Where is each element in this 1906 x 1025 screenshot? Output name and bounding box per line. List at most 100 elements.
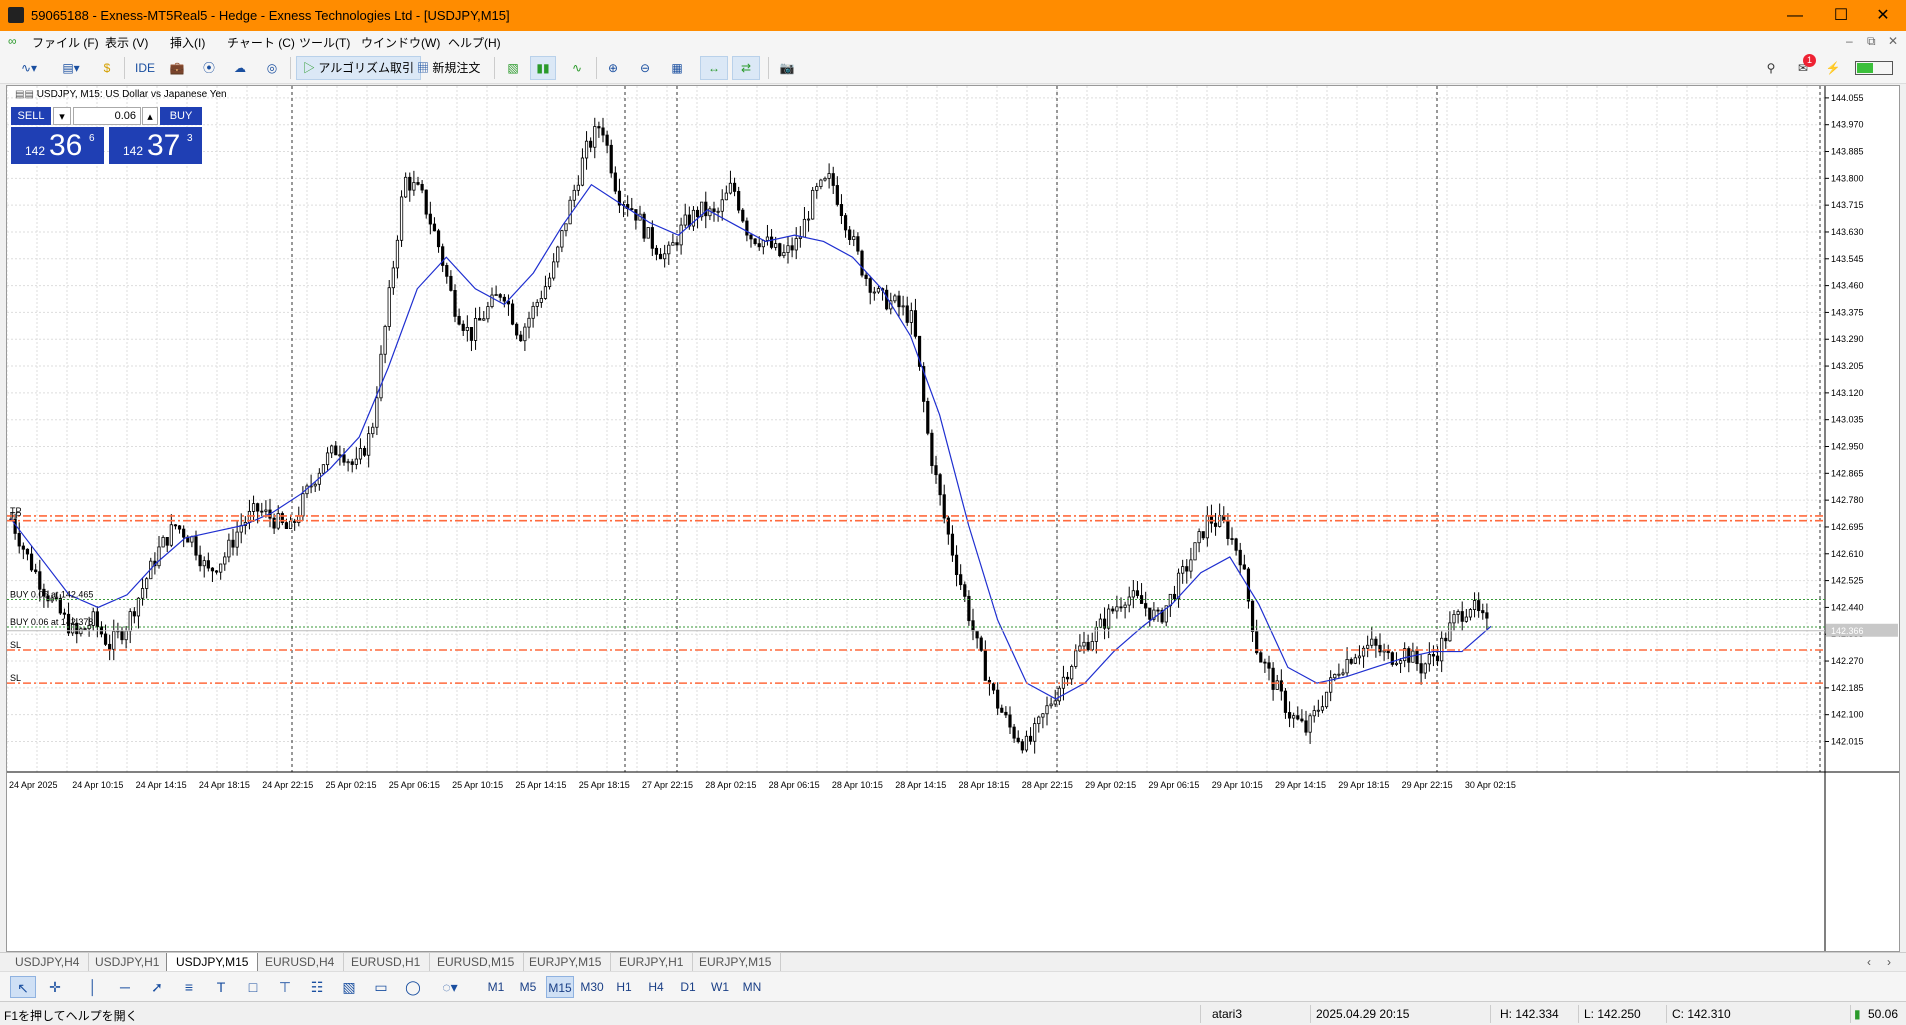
tab-eurusd-m15[interactable]: EURUSD,M15 [428, 953, 525, 972]
menu-chart[interactable]: チャート (C) [227, 34, 295, 51]
new-order-button[interactable]: ▦ 新規注文 [410, 56, 487, 80]
vertical-line-icon[interactable]: │ [80, 976, 106, 998]
tf-m5[interactable]: M5 [514, 976, 542, 998]
trendline-icon[interactable]: ➚ [144, 976, 170, 998]
tab-eurusd-h1[interactable]: EURUSD,H1 [342, 953, 431, 972]
time-tick-label: 24 Apr 10:15 [72, 780, 123, 790]
cloud-icon[interactable]: ☁ [228, 56, 252, 80]
menu-help[interactable]: ヘルプ(H) [448, 34, 501, 51]
tab-usdjpy-h1[interactable]: USDJPY,H1 [86, 953, 170, 972]
zoom-out-icon[interactable]: ⊖ [632, 56, 658, 80]
horizontal-line-icon[interactable]: ─ [112, 976, 138, 998]
close-icon[interactable]: ✕ [1860, 0, 1906, 31]
ask-price-box[interactable]: 142 37 3 [109, 127, 202, 164]
candle-body [539, 298, 543, 303]
mdi-close-icon[interactable]: ✕ [1888, 34, 1898, 48]
candle-body [194, 536, 198, 556]
maximize-icon[interactable]: ☐ [1818, 0, 1864, 31]
tf-m30[interactable]: M30 [578, 976, 606, 998]
zoom-in-icon[interactable]: ⊕ [600, 56, 626, 80]
elliott-icon[interactable]: ◯ [400, 976, 426, 998]
signals-icon[interactable]: ⦿ [198, 56, 220, 80]
tab-eurusd-h4[interactable]: EURUSD,H4 [256, 953, 345, 972]
tf-h4[interactable]: H4 [642, 976, 670, 998]
candle-body [1209, 515, 1214, 524]
notifications-icon[interactable]: ✉ 1 [1790, 54, 1816, 80]
sell-button[interactable]: SELL [11, 107, 51, 125]
channel-icon[interactable]: ≡ [176, 976, 202, 998]
candle-body [1213, 522, 1218, 527]
candle-body [954, 554, 959, 576]
volume-down-icon[interactable]: ▾ [53, 107, 71, 125]
candle-body [449, 275, 453, 291]
tab-eurjpy-m15[interactable]: EURJPY,M15 [520, 953, 612, 972]
rectangle-icon[interactable]: □ [240, 976, 266, 998]
candle-body [654, 247, 659, 255]
candle-body [478, 318, 482, 321]
candle-body [83, 628, 87, 631]
tab-eurjpy-m15-2[interactable]: EURJPY,M15 [690, 953, 782, 972]
mdi-minimize-icon[interactable]: – [1846, 34, 1853, 48]
volume-input[interactable]: 0.06 [73, 107, 141, 125]
market-icon[interactable]: $ [96, 56, 118, 80]
tab-scroll-left-icon[interactable]: ‹ [1858, 953, 1880, 972]
minimize-icon[interactable]: — [1772, 0, 1818, 31]
tf-d1[interactable]: D1 [674, 976, 702, 998]
menu-insert[interactable]: 挿入(I) [170, 34, 205, 51]
candle-body [576, 184, 580, 191]
search-icon[interactable]: ⚲ [1760, 56, 1782, 80]
price-tick-label: 143.375 [1831, 307, 1864, 317]
candle-body [132, 611, 136, 617]
fibonacci-icon[interactable]: ☷ [304, 976, 330, 998]
label-tool-icon[interactable]: ⊤ [272, 976, 298, 998]
tab-scroll-right-icon[interactable]: › [1878, 953, 1900, 972]
chart-shift-icon[interactable]: ⇄ [732, 56, 760, 80]
menu-window[interactable]: ウインドウ(W) [361, 34, 440, 51]
crosshair-icon[interactable]: ✛ [42, 976, 68, 998]
tab-usdjpy-h4[interactable]: USDJPY,H4 [6, 953, 90, 972]
candle-body [741, 209, 745, 222]
tf-h1[interactable]: H1 [610, 976, 638, 998]
menu-tools[interactable]: ツール(T) [299, 34, 350, 51]
ide-button[interactable]: IDE [128, 56, 162, 80]
price-tick-label: 143.970 [1831, 120, 1864, 130]
screenshot-icon[interactable]: 📷 [774, 56, 800, 80]
shapes-menu-icon[interactable]: ◌▾ [432, 976, 468, 998]
algo-trading-button[interactable]: ▷ アルゴリズム取引 [296, 56, 422, 80]
menu-view[interactable]: 表示 (V) [105, 34, 148, 51]
tf-m15[interactable]: M15 [546, 976, 574, 998]
mdi-restore-icon[interactable]: ⧉ [1867, 34, 1876, 49]
candle-body [1205, 515, 1209, 539]
grid-icon[interactable]: ▦ [664, 56, 690, 80]
bid-price-box[interactable]: 142 36 6 [11, 127, 104, 164]
briefcase-icon[interactable]: 💼 [166, 56, 188, 80]
cursor-icon[interactable]: ↖ [10, 976, 36, 998]
candle-body [108, 643, 112, 650]
candle-body [395, 239, 400, 269]
tf-m1[interactable]: M1 [482, 976, 510, 998]
chart-window[interactable]: 144.055 143.970 143.885 143.800 143.715 143.6… [6, 85, 1900, 952]
depth-of-market-icon[interactable]: ▧ [500, 56, 526, 80]
candles-icon[interactable]: ▮▮ [530, 56, 556, 80]
ok-shape-icon[interactable]: ▭ [368, 976, 394, 998]
text-tool-icon[interactable]: T [208, 976, 234, 998]
volume-up-icon[interactable]: ▴ [142, 107, 158, 125]
line-chart-icon[interactable]: ∿ [564, 56, 590, 80]
indicator-icon[interactable]: ▧ [336, 976, 362, 998]
buy-button[interactable]: BUY [160, 107, 202, 125]
tab-eurjpy-h1[interactable]: EURJPY,H1 [610, 953, 694, 972]
menu-file[interactable]: ファイル (F) [32, 34, 99, 51]
price-chart[interactable]: 144.055 143.970 143.885 143.800 143.715 143.6… [6, 86, 1899, 951]
tf-mn[interactable]: MN [738, 976, 766, 998]
chart-template-icon[interactable]: ▤▾ [52, 56, 90, 80]
candle-body [124, 630, 128, 641]
vps-icon[interactable]: ◎ [260, 56, 284, 80]
tf-w1[interactable]: W1 [706, 976, 734, 998]
tab-usdjpy-m15[interactable]: USDJPY,M15 [166, 953, 259, 972]
candle-body [942, 494, 946, 519]
candle-body [663, 253, 667, 260]
mt5-menu-icon[interactable]: ∞ [8, 34, 17, 48]
autoscroll-icon[interactable]: ↔ [700, 56, 728, 80]
candle-body [334, 445, 338, 456]
chart-type-icon[interactable]: ∿▾ [10, 56, 48, 80]
